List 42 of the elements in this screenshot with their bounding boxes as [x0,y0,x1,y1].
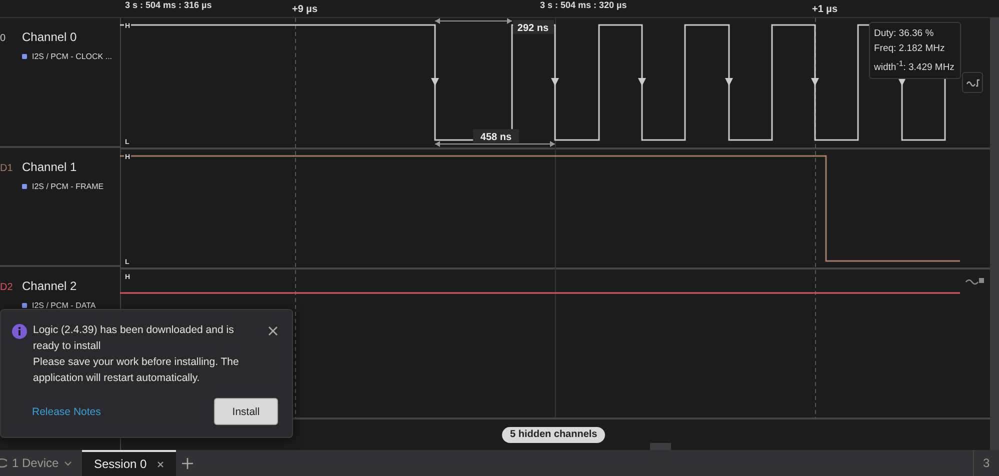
device-selector[interactable]: 1 Device [0,456,82,470]
falling-edge-marker [638,78,646,86]
falling-edge-marker [431,78,439,86]
trigger-icon[interactable] [966,278,984,285]
time-offset-label: +1 µs [812,4,838,15]
measurement-text: Freq: 2.182 MHz [874,42,946,56]
channel-name: Channel 1 [22,160,78,174]
close-icon[interactable] [156,460,164,468]
session-tab[interactable]: Session 0 [82,450,176,476]
info-icon [12,324,27,339]
notification-message: Please save your work before installing. The application will restart automatically. [33,355,240,386]
install-button[interactable]: Install [214,398,278,425]
measurement-label: 292 ns [517,23,549,34]
device-icon [0,457,7,469]
waveform-icon [966,78,980,88]
falling-edge-marker [725,78,733,86]
scrollbar-thumb[interactable] [650,443,671,450]
channel-name: Channel 2 [22,279,78,293]
zoom-level: 3 [973,450,999,476]
close-icon[interactable] [268,326,278,336]
timestamp-label: 3 s : 504 ms : 320 µs [540,0,627,10]
release-notes-link[interactable]: Release Notes [32,406,101,418]
timestamp-label: 3 s : 504 ms : 316 µs [125,0,212,10]
falling-edge-marker [811,78,819,86]
measurement-text: width$^{-1}$: 3.429 MHz [874,58,956,76]
chevron-icon [64,460,72,466]
channel-number: 0 [0,32,7,44]
scrollbar[interactable] [990,18,999,450]
measurement-label: 458 ns [480,132,512,143]
channel-number: D1 [0,162,14,174]
measurement-text: Duty: 36.36 % [874,27,935,41]
notification-title: Logic (2.4.39) has been downloaded and is ready to install [33,323,235,354]
analyzer-label[interactable]: I2S / PCM - DATA [32,301,96,310]
channel-number: D2 [0,281,14,293]
analyzer-label[interactable]: I2S / PCM - FRAME [32,182,104,191]
add-icon[interactable] [182,458,193,468]
falling-edge-marker [551,78,559,86]
analyzer-label[interactable]: I2S / PCM - CLOCK ... [32,52,112,61]
trigger-button[interactable] [962,72,983,93]
hidden-channels-button[interactable]: 5 hidden channels [502,427,606,443]
time-offset-label: +9 µs [292,4,318,15]
channel-name: Channel 0 [22,30,78,44]
